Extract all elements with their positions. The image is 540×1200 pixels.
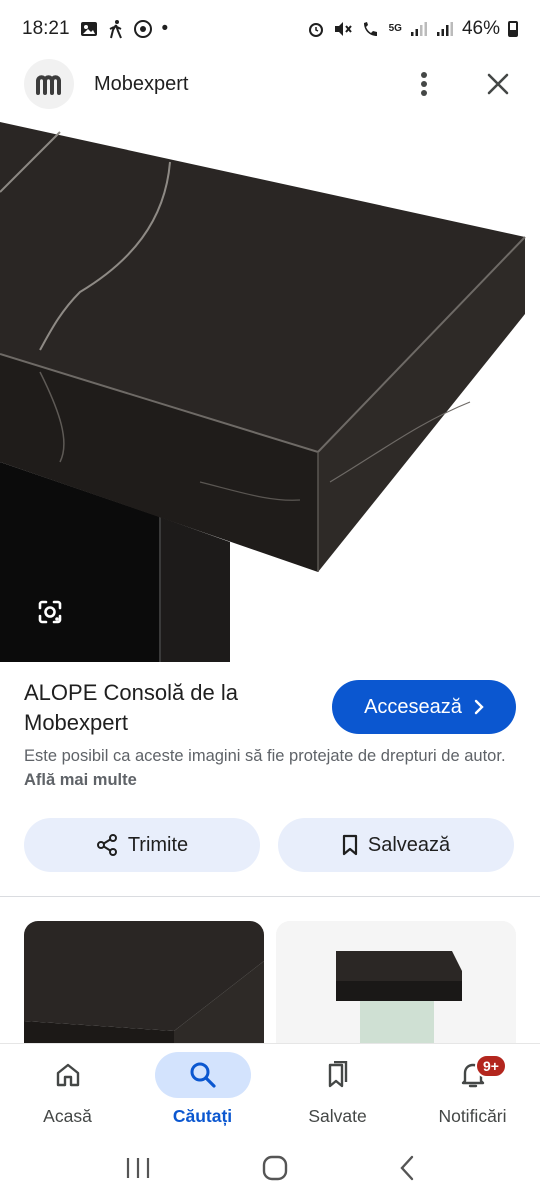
save-button[interactable]: Salvează: [278, 818, 514, 872]
search-icon: [190, 1062, 216, 1088]
home-icon: [56, 1063, 79, 1087]
site-logo[interactable]: [24, 59, 74, 109]
recents-icon[interactable]: [125, 1156, 151, 1185]
app-header: Mobexpert: [0, 56, 540, 112]
status-bar: 18:21 • 5G 46%: [0, 0, 540, 58]
chrome-icon: [133, 20, 152, 38]
related-image-1[interactable]: [24, 921, 264, 1051]
related-image-2[interactable]: [276, 921, 516, 1051]
console-table-illustration: [0, 122, 526, 662]
nav-saved[interactable]: Salvate: [270, 1044, 405, 1140]
close-icon[interactable]: [480, 66, 516, 102]
action-buttons: Trimite Salvează: [24, 818, 514, 872]
gallery-icon: [80, 20, 98, 38]
status-left: 18:21 •: [22, 18, 168, 40]
battery-percent: 46%: [461, 18, 500, 39]
google-lens-icon[interactable]: [30, 592, 70, 632]
product-image[interactable]: [0, 122, 540, 662]
system-navigation: [0, 1140, 540, 1200]
share-icon: [96, 834, 117, 856]
status-dot: •: [161, 18, 169, 39]
copyright-text: Este posibil ca aceste imagini să fie pr…: [24, 747, 506, 765]
related-console-photo: [276, 921, 516, 1051]
visit-button[interactable]: Accesează: [332, 680, 516, 734]
save-label: Salvează: [367, 833, 451, 856]
nav-search[interactable]: Căutați: [135, 1044, 270, 1140]
nav-home[interactable]: Acasă: [0, 1044, 135, 1140]
nav-icon-wrap: [425, 1052, 521, 1098]
bookmarks-icon: [328, 1061, 347, 1088]
result-title-row: ALOPE Consolă de la Mobexpert Accesează: [24, 678, 516, 738]
learn-more-link[interactable]: Află mai multe: [24, 771, 137, 789]
divider: [0, 896, 540, 897]
walk-icon: [108, 19, 124, 39]
home-button-icon[interactable]: [262, 1155, 288, 1186]
more-vert-icon[interactable]: [406, 66, 442, 102]
visit-button-label: Accesează: [364, 695, 462, 718]
network-type: 5G: [388, 23, 402, 34]
battery-icon: [508, 21, 518, 37]
nav-label: Acasă: [43, 1106, 92, 1126]
alarm-icon: [307, 20, 325, 38]
nav-notifications[interactable]: 9+ Notificări: [405, 1044, 540, 1140]
notification-badge: 9+: [475, 1054, 507, 1078]
bookmark-icon: [342, 834, 357, 856]
status-right: 5G 46%: [307, 18, 518, 40]
nav-icon-wrap: [154, 1052, 251, 1098]
share-button[interactable]: Trimite: [24, 818, 260, 872]
status-time: 18:21: [22, 18, 70, 39]
nav-label: Salvate: [308, 1106, 367, 1126]
share-label: Trimite: [127, 833, 189, 856]
related-console-photo: [24, 921, 264, 1051]
header-actions: [406, 66, 516, 102]
signal-icon: [410, 21, 428, 37]
result-title: ALOPE Consolă de la Mobexpert: [24, 680, 239, 735]
chevron-right-icon: [474, 699, 484, 715]
nav-icon-wrap: [290, 1052, 386, 1098]
mute-icon: [333, 20, 353, 38]
nav-label: Căutați: [172, 1106, 233, 1126]
wifi-call-icon: [361, 20, 381, 38]
mobexpert-logo-icon: [36, 75, 61, 95]
site-name: Mobexpert: [94, 72, 189, 95]
bottom-navigation: Acasă Căutați Salvate 9+ Notificări: [0, 1043, 540, 1140]
nav-label: Notificări: [438, 1106, 507, 1126]
back-icon[interactable]: [399, 1155, 415, 1186]
signal-icon: [436, 21, 454, 37]
copyright-notice: Este posibil ca aceste imagini să fie pr…: [24, 744, 516, 792]
nav-icon-wrap: [20, 1052, 116, 1098]
